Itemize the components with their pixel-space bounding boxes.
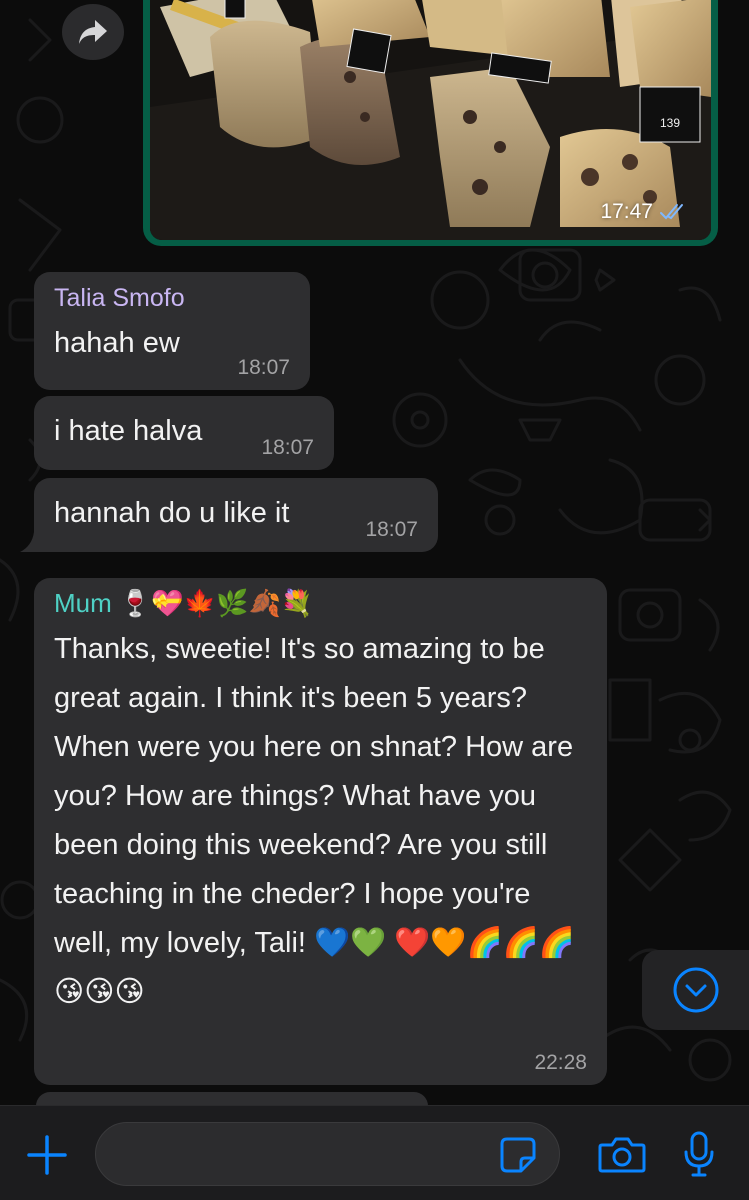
scroll-to-bottom-button[interactable] [642, 950, 749, 1030]
image-message-bubble[interactable]: 139 17:47 [143, 0, 718, 246]
message-time: 18:07 [261, 436, 314, 459]
message-time: 22:28 [534, 1051, 587, 1074]
message-time: 18:07 [237, 356, 290, 379]
message-time: 17:47 [600, 200, 653, 223]
message-input[interactable] [95, 1122, 560, 1186]
sender-name[interactable]: Talia Smofo [54, 284, 290, 313]
sticker-button[interactable] [494, 1133, 542, 1177]
bubble-tail [20, 532, 40, 552]
chat-background: 139 17:47 Talia Smofo hahah ew 18:07 i h… [0, 0, 749, 1105]
double-check-icon [660, 204, 683, 220]
forward-icon [79, 20, 107, 44]
incoming-message-bubble[interactable]: Talia Smofo hahah ew 18:07 [34, 272, 310, 390]
camera-button[interactable] [594, 1130, 650, 1180]
message-time: 18:07 [365, 518, 418, 541]
image-message-meta: 17:47 [600, 200, 687, 224]
forward-button[interactable] [62, 4, 124, 60]
message-text: Thanks, sweetie! It's so amazing to be g… [54, 633, 575, 1008]
sticker-icon [500, 1137, 536, 1173]
add-attachment-button[interactable] [22, 1130, 72, 1180]
halva-photo[interactable]: 139 17:47 [150, 0, 711, 240]
chevron-down-icon [673, 967, 718, 1013]
camera-icon [598, 1137, 646, 1173]
incoming-message-bubble[interactable]: Mum 🍷💝🍁🌿🍂💐 Thanks, sweetie! It's so amaz… [34, 578, 607, 1085]
incoming-message-bubble[interactable]: i hate halva 18:07 [34, 396, 334, 470]
sender-name[interactable]: Mum 🍷💝🍁🌿🍂💐 [54, 588, 587, 619]
plus-icon [27, 1135, 67, 1175]
message-text: hannah do u like it [54, 497, 290, 529]
microphone-icon [684, 1131, 714, 1177]
voice-message-button[interactable] [676, 1128, 722, 1180]
price-tag-text: 139 [660, 116, 680, 130]
incoming-message-bubble[interactable]: hannah do u like it 18:07 [34, 478, 438, 552]
